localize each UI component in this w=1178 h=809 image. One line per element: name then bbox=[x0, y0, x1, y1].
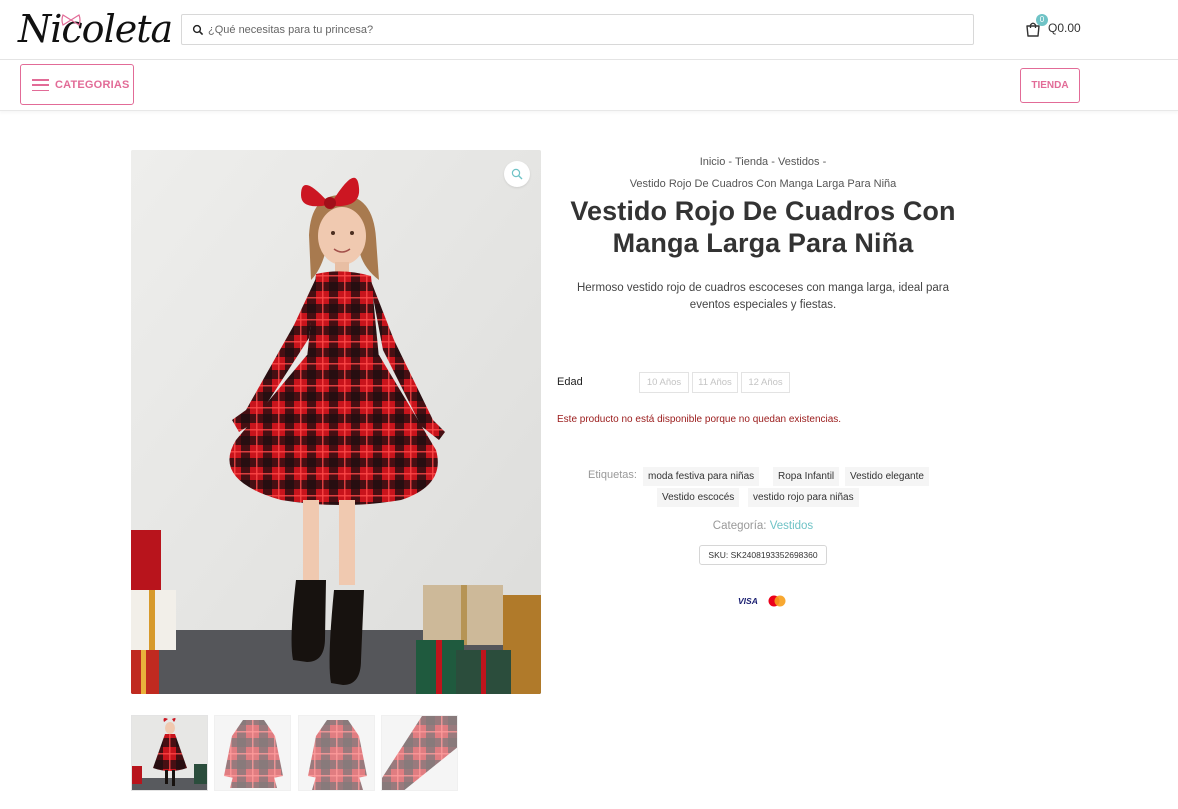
age-option-11[interactable]: 11 Años bbox=[692, 372, 738, 393]
thumbnail-2[interactable] bbox=[214, 715, 291, 791]
breadcrumb-current: Vestido Rojo De Cuadros Con Manga Larga … bbox=[629, 178, 897, 190]
category-label: Categoría: bbox=[712, 520, 767, 532]
tag-moda-festiva[interactable]: moda festiva para niñas bbox=[643, 467, 760, 486]
thumbnail-strip bbox=[131, 715, 461, 791]
cart-count-badge: 0 bbox=[1036, 14, 1048, 26]
cart-button[interactable]: 0 Q0.00 bbox=[1024, 14, 1094, 40]
visa-icon: VISA bbox=[738, 596, 758, 606]
breadcrumb-separator: - bbox=[819, 156, 827, 168]
age-option-12[interactable]: 12 Años bbox=[741, 372, 790, 393]
thumbnail-3[interactable] bbox=[298, 715, 375, 791]
thumbnail-1[interactable] bbox=[131, 715, 208, 791]
logo-text: Nicoleta bbox=[18, 7, 173, 51]
cart-total: Q0.00 bbox=[1048, 21, 1081, 35]
product-title: Vestido Rojo De Cuadros Con Manga Larga … bbox=[570, 196, 956, 258]
hamburger-menu-icon bbox=[32, 79, 49, 92]
bow-icon bbox=[61, 14, 81, 26]
search-icon[interactable] bbox=[192, 24, 204, 36]
breadcrumb: Inicio - Tienda - Vestidos - Vestido Roj… bbox=[560, 151, 966, 195]
magnifier-icon bbox=[511, 168, 523, 180]
thumbnail-photo bbox=[299, 716, 374, 790]
site-logo[interactable]: Nicoleta bbox=[18, 6, 173, 52]
product-description: Hermoso vestido rojo de cuadros escocese… bbox=[576, 282, 950, 311]
categories-button[interactable]: CATEGORIAS bbox=[20, 64, 134, 105]
breadcrumb-link-home[interactable]: Inicio bbox=[700, 156, 726, 168]
thumbnail-4[interactable] bbox=[381, 715, 458, 791]
thumbnail-photo bbox=[382, 716, 457, 790]
category-link[interactable]: Vestidos bbox=[770, 520, 813, 532]
search-input[interactable] bbox=[208, 15, 968, 44]
breadcrumb-link-dresses[interactable]: Vestidos bbox=[778, 156, 820, 168]
breadcrumb-link-shop[interactable]: Tienda bbox=[735, 156, 768, 168]
tag-vestido-rojo[interactable]: vestido rojo para niñas bbox=[748, 488, 859, 507]
categories-button-label: CATEGORIAS bbox=[55, 79, 130, 91]
tags-label: Etiquetas: bbox=[588, 469, 637, 481]
tag-vestido-elegante[interactable]: Vestido elegante bbox=[845, 467, 929, 486]
search-bar bbox=[181, 14, 974, 45]
age-attribute-label: Edad bbox=[557, 376, 583, 388]
zoom-button[interactable] bbox=[504, 161, 530, 187]
category-line: Categoría: Vestidos bbox=[557, 520, 969, 532]
thumbnail-photo bbox=[132, 716, 207, 790]
sku-badge: SKU: SK2408193352698360 bbox=[699, 545, 827, 565]
tag-vestido-escoces[interactable]: Vestido escocés bbox=[657, 488, 740, 507]
product-main-image[interactable] bbox=[131, 150, 541, 694]
thumbnail-photo bbox=[215, 716, 290, 790]
mastercard-icon bbox=[767, 594, 787, 608]
age-option-10[interactable]: 10 Años bbox=[639, 372, 689, 393]
tag-ropa-infantil[interactable]: Ropa Infantil bbox=[773, 467, 840, 486]
nav-bar: CATEGORIAS TIENDA bbox=[0, 60, 1178, 111]
out-of-stock-message: Este producto no está disponible porque … bbox=[557, 414, 842, 425]
site-header: Nicoleta 0 Q0.00 bbox=[0, 0, 1178, 60]
breadcrumb-trail: Inicio - Tienda - Vestidos - bbox=[560, 151, 966, 173]
breadcrumb-separator: - bbox=[768, 156, 778, 168]
breadcrumb-separator: - bbox=[725, 156, 735, 168]
shop-button[interactable]: TIENDA bbox=[1020, 68, 1080, 103]
product-photo bbox=[131, 150, 541, 694]
